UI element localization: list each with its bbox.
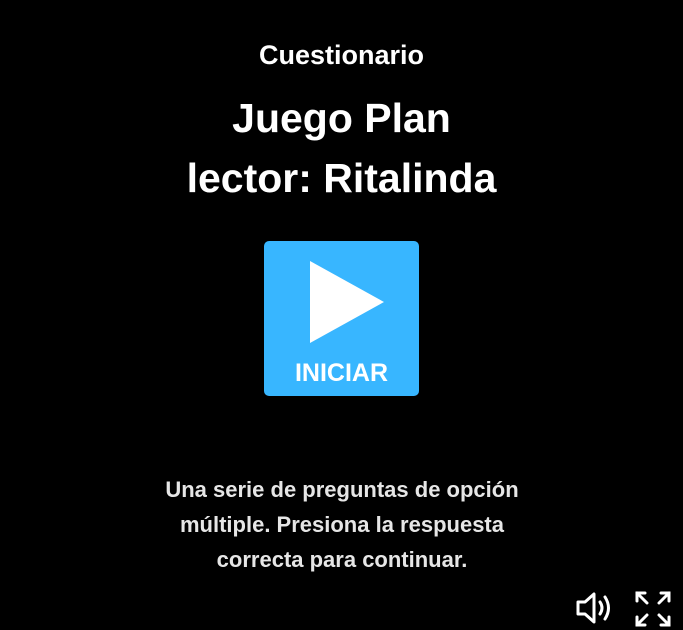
speaker-icon	[576, 592, 610, 624]
game-start-screen: Cuestionario Juego Plan lector: Ritalind…	[0, 0, 683, 630]
game-title-line-2: lector: Ritalinda	[186, 155, 497, 201]
start-button[interactable]: INICIAR	[264, 241, 419, 396]
play-icon	[310, 261, 384, 343]
start-button-label: INICIAR	[294, 359, 389, 387]
instructions-line-3: correcta para continuar.	[216, 547, 468, 572]
instructions-text: Una serie de preguntas de opción múltipl…	[130, 472, 554, 577]
game-title: Juego Plan lector: Ritalinda	[0, 88, 683, 208]
instructions-line-2: múltiple. Presiona la respuesta	[179, 512, 504, 537]
fullscreen-icon	[635, 591, 671, 627]
game-title-line-1: Juego Plan	[232, 95, 451, 141]
activity-type-label: Cuestionario	[258, 40, 425, 70]
fullscreen-button[interactable]	[634, 590, 672, 628]
instructions-line-1: Una serie de preguntas de opción	[165, 477, 519, 502]
sound-toggle-button[interactable]	[575, 590, 615, 626]
